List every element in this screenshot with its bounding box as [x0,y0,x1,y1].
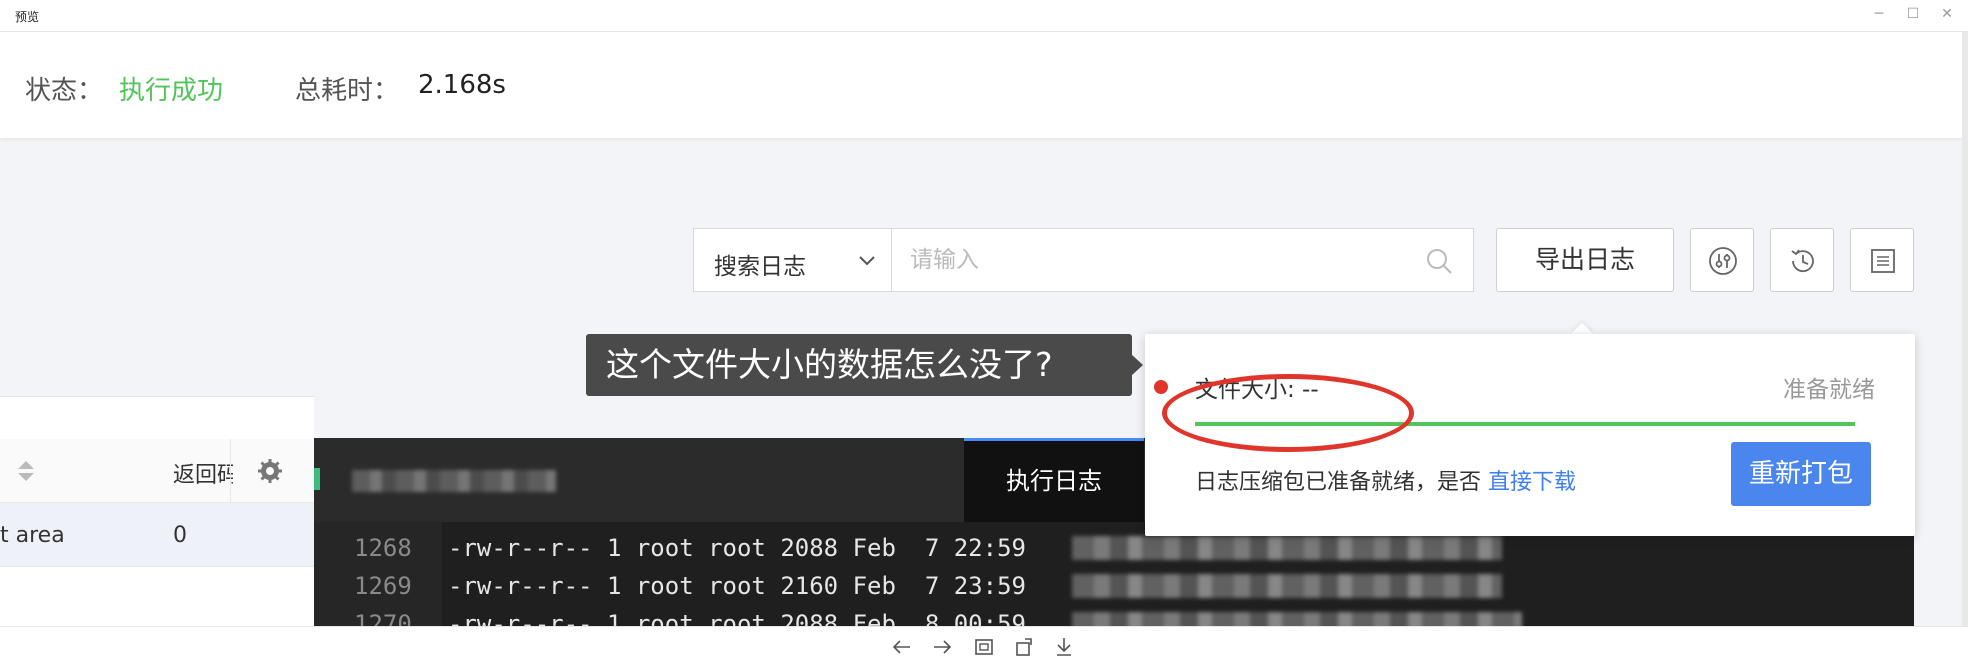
search-type-select[interactable]: 搜索日志 [693,228,892,292]
gear-icon [258,459,282,483]
history-button[interactable] [1770,228,1834,292]
history-icon [1791,249,1814,273]
annotation-highlight-ring [1162,374,1414,452]
status-value: 执行成功 [119,76,224,106]
viewer-toolbar [0,626,1968,666]
adjust-icon [1709,247,1737,275]
adjust-button[interactable] [1690,228,1754,292]
log-line: -rw-r--r-- 1 root root 2088 Feb 7 22:59 [448,534,1026,562]
sort-icon[interactable] [16,459,36,483]
terminal-status-marker [314,468,320,490]
rotate-icon[interactable] [1012,635,1036,659]
search-type-value: 搜索日志 [714,254,806,280]
search-input[interactable] [910,241,1410,279]
blurred-filename [1072,612,1522,626]
window-titlebar: 预览 ─ ☐ ✕ [0,0,1968,32]
line-number: 1268 [354,534,412,562]
duration-value: 2.168s [418,70,506,100]
minimize-button[interactable]: ─ [1866,4,1892,24]
forward-arrow-icon[interactable] [930,635,954,659]
direct-download-link[interactable]: 直接下载 [1488,470,1576,495]
task-table: 返回码 t area 0 [0,396,314,626]
row-area-text: t area [0,523,65,548]
status-label: 状态： [25,76,104,106]
line-number: 1269 [354,572,412,600]
blurred-task-name [352,470,556,492]
search-field[interactable] [891,228,1474,292]
annotation-callout-arrow [1131,354,1143,376]
log-line: -rw-r--r-- 1 root root 2160 Feb 7 23:59 [448,572,1026,600]
maximize-button[interactable]: ☐ [1900,4,1926,24]
tab-execution-log[interactable]: 执行日志 [964,438,1144,522]
line-number: 1270 [354,610,412,626]
annotation-callout: 这个文件大小的数据怎么没了? [586,334,1132,396]
vertical-scrollbar[interactable] [1962,32,1968,626]
repack-button[interactable]: 重新打包 [1731,442,1871,506]
export-log-button[interactable]: 导出日志 [1496,228,1674,292]
search-icon[interactable] [1424,246,1454,276]
package-status: 准备就绪 [1783,377,1875,403]
chevron-down-icon [859,256,875,266]
log-line: -rw-r--r-- 1 root root 2088 Feb 8 00:59 [448,610,1026,626]
window-title: 预览 [15,10,40,24]
back-arrow-icon[interactable] [890,635,914,659]
list-icon [1871,249,1895,273]
log-preview-page: 状态： 执行成功 总耗时： 2.168s 搜索日志 导出日志 返回码 t are… [0,32,1962,626]
close-button[interactable]: ✕ [1934,4,1960,24]
annotation-marker-dot [1154,380,1168,394]
blurred-filename [1072,536,1502,560]
table-row[interactable]: t area 0 [0,503,314,567]
duration-label: 总耗时： [295,76,400,106]
list-button[interactable] [1850,228,1914,292]
status-bar: 状态： 执行成功 总耗时： 2.168s [0,32,1962,138]
fit-screen-icon[interactable] [972,635,996,659]
table-header: 返回码 [0,439,314,503]
blurred-filename [1072,574,1502,598]
row-return-code: 0 [173,523,187,548]
package-ready-text: 日志压缩包已准备就绪，是否 [1195,470,1488,495]
download-icon[interactable] [1052,635,1076,659]
column-settings[interactable] [230,439,314,503]
return-code-header: 返回码 [173,463,233,488]
package-ready-message: 日志压缩包已准备就绪，是否 直接下载 [1195,464,1576,496]
